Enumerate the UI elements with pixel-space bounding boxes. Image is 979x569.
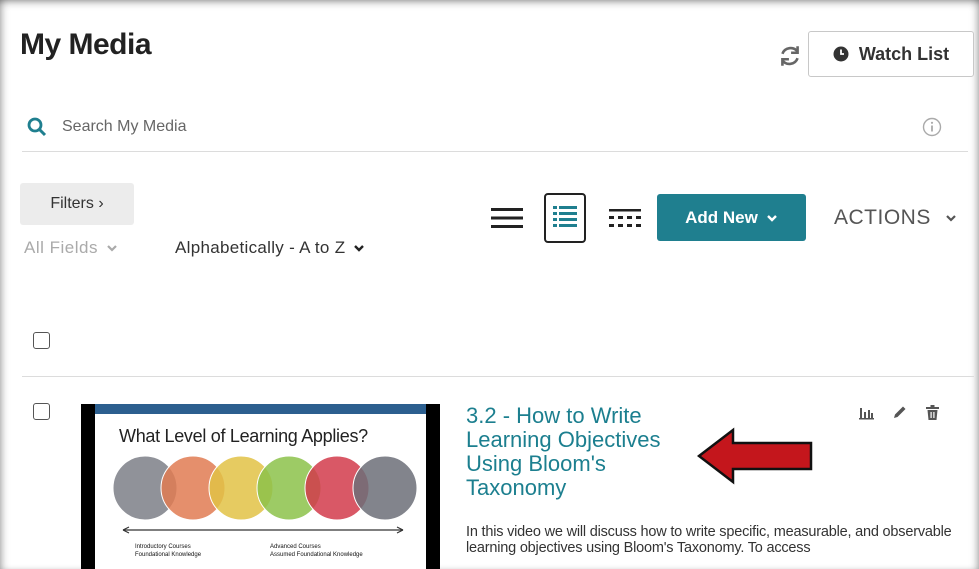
slide-caption-left: Introductory Courses [135, 544, 191, 550]
add-new-label: Add New [685, 207, 758, 227]
select-all-checkbox[interactable] [33, 332, 50, 349]
entry-checkbox[interactable] [33, 403, 50, 420]
annotation-arrow [697, 427, 813, 485]
entry-thumbnail[interactable]: What Level of Learning Applies? Introduc… [81, 404, 440, 569]
slide-header-bar [95, 404, 426, 414]
field-select[interactable]: All Fields [24, 236, 118, 260]
actions-menu[interactable]: ACTIONS [834, 204, 957, 232]
list-view-icon[interactable] [490, 206, 524, 230]
continuum-arrow [122, 526, 404, 534]
info-icon[interactable] [922, 117, 942, 137]
analytics-icon[interactable] [858, 404, 875, 421]
entry-actions [858, 404, 941, 421]
detailed-view-icon [553, 206, 577, 227]
page-title: My Media [20, 28, 152, 61]
entry-title-link[interactable]: 3.2 - How to Write Learning Objectives U… [466, 404, 706, 500]
slide-caption-left-sub: Foundational Knowledge [135, 552, 202, 558]
my-media-page: My Media Watch List Filters › All Fields [0, 0, 979, 569]
search-bar [22, 102, 968, 152]
search-icon[interactable] [26, 116, 48, 138]
grid-view-icon[interactable] [608, 206, 642, 230]
taxonomy-circle [352, 455, 418, 521]
filters-label: Filters › [50, 195, 104, 212]
chevron-down-icon [107, 245, 117, 252]
chevron-down-icon [354, 245, 365, 252]
slide-caption-right-sub: Assumed Foundational Knowledge [270, 552, 363, 558]
watch-list-button[interactable]: Watch List [808, 31, 974, 77]
thumbnail-slide: What Level of Learning Applies? Introduc… [95, 404, 426, 569]
filters-button[interactable]: Filters › [20, 183, 134, 225]
chevron-down-icon [946, 215, 956, 222]
refresh-icon[interactable] [777, 43, 803, 69]
slide-heading: What Level of Learning Applies? [119, 426, 368, 446]
row-divider [22, 376, 974, 377]
watch-list-label: Watch List [858, 43, 950, 64]
chevron-down-icon [767, 214, 777, 222]
actions-label: ACTIONS [834, 206, 931, 229]
detailed-view-button[interactable] [544, 193, 586, 243]
sort-select[interactable]: Alphabetically - A to Z [175, 236, 365, 260]
entry-description: In this video we will discuss how to wri… [466, 524, 952, 556]
taxonomy-circles [112, 455, 418, 521]
field-select-value: All Fields [24, 238, 98, 257]
add-new-button[interactable]: Add New [657, 194, 806, 241]
delete-icon[interactable] [924, 404, 941, 421]
sort-select-value: Alphabetically - A to Z [175, 238, 346, 257]
edit-icon[interactable] [891, 404, 908, 421]
search-input[interactable] [62, 117, 762, 136]
slide-caption-right: Advanced Courses [270, 544, 321, 550]
clock-icon [833, 46, 849, 62]
